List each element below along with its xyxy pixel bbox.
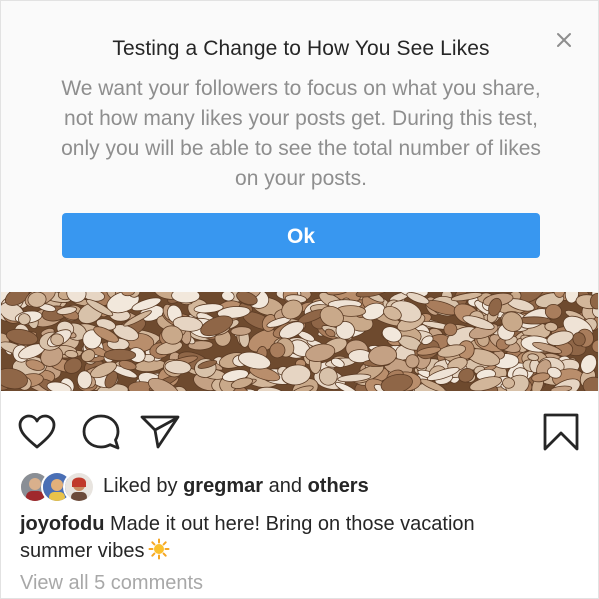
heart-icon xyxy=(18,414,56,449)
post-caption: joyofodu Made it out here! Bring on thos… xyxy=(20,511,540,565)
view-all-comments-link[interactable]: View all 5 comments xyxy=(20,572,203,595)
bookmark-icon xyxy=(543,413,579,451)
sun-emoji-icon xyxy=(148,538,170,560)
ok-button[interactable]: Ok xyxy=(62,213,540,258)
stone-beach-photo xyxy=(1,292,598,391)
close-button[interactable] xyxy=(551,27,577,53)
likes-others-link[interactable]: others xyxy=(308,475,369,497)
send-icon xyxy=(140,415,180,449)
comment-icon xyxy=(82,414,120,450)
notice-title: Testing a Change to How You See Likes xyxy=(112,37,490,60)
like-button[interactable] xyxy=(17,413,57,451)
likes-summary: Liked by gregmar and others xyxy=(103,475,369,498)
comment-button[interactable] xyxy=(81,413,121,451)
likes-test-notice: Testing a Change to How You See Likes We… xyxy=(1,1,598,292)
post-frame: Testing a Change to How You See Likes We… xyxy=(0,0,599,599)
liker-username[interactable]: gregmar xyxy=(183,475,263,497)
avatar[interactable] xyxy=(63,471,95,503)
likes-conjunction: and xyxy=(268,475,303,497)
save-button[interactable] xyxy=(542,412,580,452)
avatar-photo xyxy=(65,473,93,501)
likes-row: Liked by gregmar and others xyxy=(19,469,579,505)
likes-prefix: Liked by xyxy=(103,475,178,497)
post-actions xyxy=(1,399,598,459)
caption-username[interactable]: joyofodu xyxy=(20,513,104,535)
notice-body: We want your followers to focus on what … xyxy=(61,77,541,190)
close-icon xyxy=(557,33,571,47)
share-button[interactable] xyxy=(139,413,181,451)
post-photo[interactable] xyxy=(1,292,598,391)
